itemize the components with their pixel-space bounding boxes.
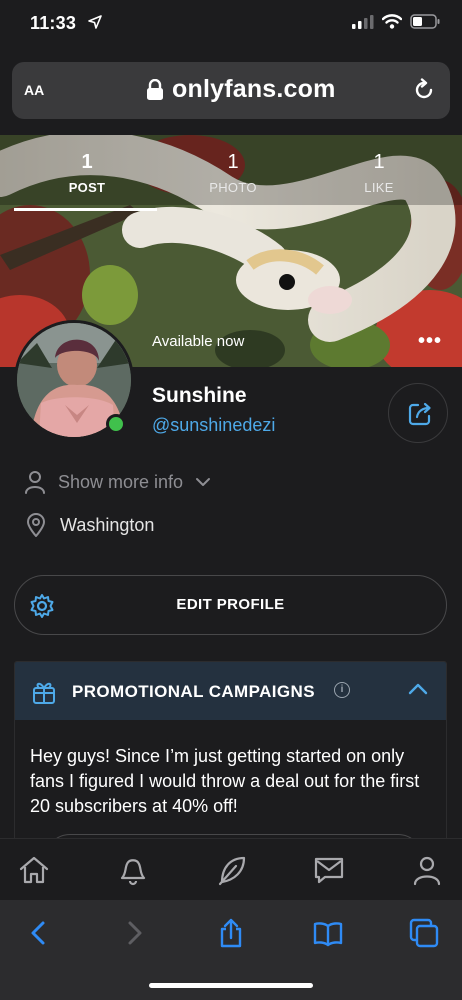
- battery-icon: [410, 14, 440, 29]
- share-link-icon: [408, 402, 431, 426]
- online-status-dot: [106, 414, 126, 434]
- promo-title: PROMOTIONAL CAMPAIGNS: [72, 682, 315, 701]
- promotional-campaigns-panel: PROMOTIONAL CAMPAIGNS i Hey guys! Since …: [14, 661, 447, 861]
- photos-label: PHOTO: [209, 180, 257, 195]
- chevron-down-icon: [196, 478, 211, 486]
- posts-label: POST: [68, 180, 106, 195]
- lock-icon: [147, 78, 163, 100]
- gift-icon: [33, 682, 55, 704]
- location-text: Washington: [60, 514, 155, 535]
- status-indicators: [352, 14, 440, 29]
- feather-icon[interactable]: [216, 854, 248, 886]
- location-arrow-icon: [88, 15, 102, 29]
- user-icon[interactable]: [411, 854, 443, 886]
- map-pin-icon: [26, 513, 46, 537]
- bookmarks-icon[interactable]: [313, 918, 343, 948]
- likes-count: 1: [373, 151, 385, 173]
- bell-icon[interactable]: [117, 854, 149, 886]
- signal-icon: [352, 14, 374, 29]
- message-icon[interactable]: [313, 854, 345, 886]
- url-text: onlyfans.com: [172, 75, 336, 103]
- photos-count: 1: [227, 151, 239, 173]
- app-bottom-nav: [0, 838, 462, 900]
- location-row: Washington: [26, 513, 154, 537]
- promo-header[interactable]: PROMOTIONAL CAMPAIGNS i: [15, 662, 446, 720]
- status-time: 11:33: [30, 13, 77, 33]
- share-profile-button[interactable]: [388, 383, 448, 443]
- more-options-button[interactable]: •••: [418, 330, 442, 353]
- back-icon[interactable]: [24, 918, 54, 948]
- posts-count: 1: [81, 151, 93, 173]
- tab-photos[interactable]: 1 PHOTO: [160, 147, 306, 207]
- show-more-info-label: Show more info: [58, 471, 184, 492]
- profile-stats-tabs: 1 POST 1 PHOTO 1 LIKE: [14, 147, 454, 211]
- reload-icon[interactable]: [412, 78, 436, 102]
- home-icon[interactable]: [18, 854, 50, 886]
- text-size-button[interactable]: AA: [24, 79, 44, 101]
- profile-handle[interactable]: @sunshinedezi: [152, 415, 275, 436]
- status-bar: 11:33: [0, 0, 462, 52]
- forward-icon[interactable]: [119, 918, 149, 948]
- tabs-icon[interactable]: [409, 918, 439, 948]
- chevron-up-icon[interactable]: [408, 682, 428, 696]
- profile-name: Sunshine: [152, 384, 247, 407]
- promo-description: Hey guys! Since I’m just getting started…: [30, 746, 420, 816]
- url-field[interactable]: onlyfans.com: [146, 75, 336, 104]
- tab-posts[interactable]: 1 POST: [14, 147, 160, 211]
- share-icon[interactable]: [216, 918, 246, 948]
- address-bar[interactable]: AA onlyfans.com: [12, 62, 450, 119]
- info-icon[interactable]: i: [334, 682, 350, 698]
- tab-likes[interactable]: 1 LIKE: [306, 147, 452, 207]
- availability-status: Available now: [152, 333, 245, 350]
- show-more-info[interactable]: Show more info: [24, 470, 211, 494]
- text-size-label: AA: [24, 82, 45, 98]
- wifi-icon: [382, 14, 402, 29]
- edit-profile-label: EDIT PROFILE: [176, 596, 285, 613]
- edit-profile-button[interactable]: EDIT PROFILE: [14, 575, 447, 635]
- likes-label: LIKE: [364, 180, 394, 195]
- home-indicator[interactable]: [149, 983, 313, 988]
- user-outline-icon: [25, 471, 45, 494]
